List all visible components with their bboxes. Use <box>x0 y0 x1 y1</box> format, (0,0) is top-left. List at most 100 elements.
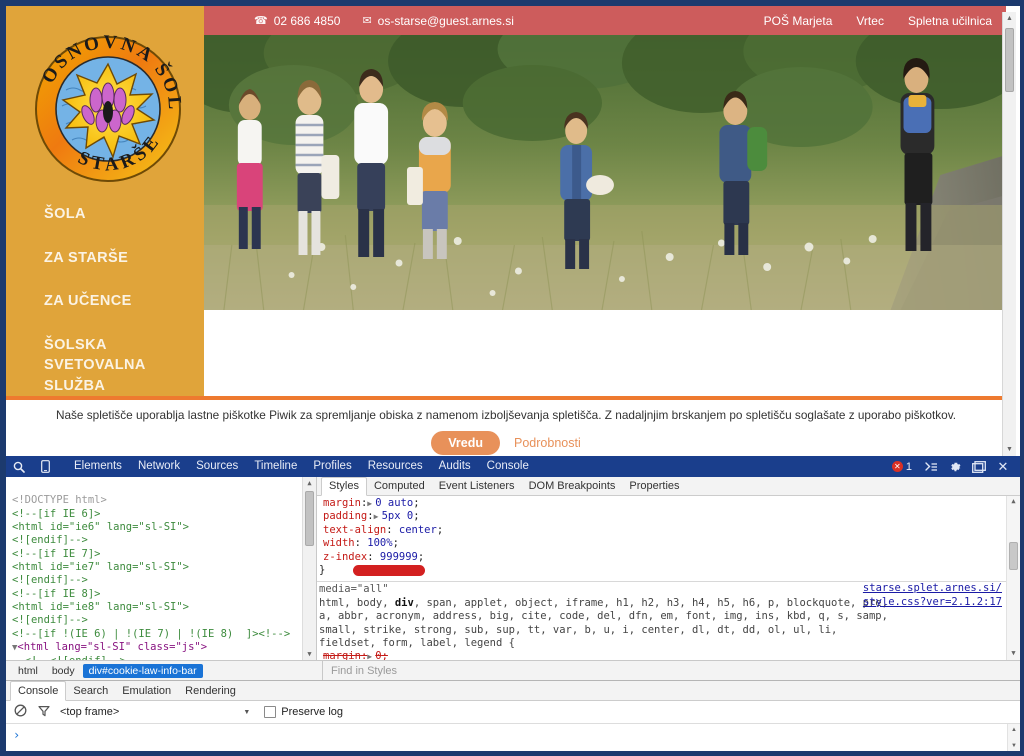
sidebar-item-solska-svetovalna-sluzba[interactable]: ŠOLSKA SVETOVALNA SLUŽBA <box>44 335 194 397</box>
preserve-log-toggle[interactable]: Preserve log <box>264 706 343 718</box>
phone-contact[interactable]: ☎ 02 686 4850 <box>254 14 340 28</box>
declaration-text-align[interactable]: text-align: center; <box>317 524 1020 537</box>
school-logo[interactable]: OSNOVNA ŠOLA STARŠE <box>18 20 198 198</box>
scroll-down-arrow[interactable]: ▼ <box>1003 443 1016 456</box>
cookie-accept-button[interactable]: Vredu <box>431 430 501 455</box>
dom-line-ie8-html: <html id="ie8" lang="sl-SI"> <box>12 601 190 614</box>
console-scroll-up-arrow[interactable]: ▲ <box>1008 724 1020 735</box>
find-in-styles-input[interactable]: Find in Styles <box>323 661 1020 680</box>
error-badge-icon: ✕ <box>891 461 903 472</box>
prop-name: width <box>323 537 355 550</box>
styles-scrollbar-thumb[interactable] <box>1009 542 1018 570</box>
declaration-width[interactable]: width: 100%; <box>317 537 1020 550</box>
dom-line-doctype: <!DOCTYPE html> <box>12 494 107 507</box>
console-toolbar: <top frame> ▼ Preserve log <box>6 701 1020 724</box>
filter-icon[interactable] <box>36 705 52 720</box>
dom-scroll-down-arrow[interactable]: ▼ <box>303 648 316 660</box>
prop-name: padding <box>323 510 368 523</box>
frame-label: <top frame> <box>60 706 120 718</box>
declaration-margin[interactable]: margin:▶ 0 auto; <box>317 497 1020 510</box>
device-toggle-icon[interactable] <box>32 460 58 473</box>
stylesheet-source-link[interactable]: starse.splet.arnes.si/ style.css?ver=2.1… <box>863 582 1002 609</box>
site-sidebar: OSNOVNA ŠOLA STARŠE ŠOLA ZA STARŠE ZA UČ… <box>6 6 204 396</box>
dom-line-ie8-open: <!--[if IE 8]> <box>12 587 101 600</box>
styles-sidebar-tabs: Styles Computed Event Listeners DOM Brea… <box>317 477 1020 496</box>
breadcrumb: html body div#cookie-law-info-bar <box>6 661 323 680</box>
console-prompt: › <box>13 728 21 742</box>
tab-event-listeners[interactable]: Event Listeners <box>432 478 522 495</box>
preserve-log-checkbox[interactable] <box>264 706 277 718</box>
sidebar-nav: ŠOLA ZA STARŠE ZA UČENCE ŠOLSKA SVETOVAL… <box>44 204 194 396</box>
declaration-margin-2[interactable]: margin:▶ 0; <box>317 650 1020 660</box>
dom-line-ie-not: <!--[if !(IE 6) | !(IE 7) | !(IE 8) ]><!… <box>12 627 291 640</box>
gear-icon[interactable] <box>944 457 966 476</box>
style-rule-2: media="all" html, body, div, span, apple… <box>317 581 1020 660</box>
dom-scrollbar[interactable]: ▲ ▼ <box>302 477 316 660</box>
drawer-tab-search[interactable]: Search <box>66 682 115 700</box>
scrollbar-thumb[interactable] <box>1005 28 1014 92</box>
dom-line-ie6-html: <html id="ie6" lang="sl-SI"> <box>12 521 190 534</box>
console-scroll-down-arrow[interactable]: ▼ <box>1008 740 1020 751</box>
topbar-link-pos-marjeta[interactable]: POŠ Marjeta <box>764 14 833 28</box>
drawer-tab-emulation[interactable]: Emulation <box>115 682 178 700</box>
frame-selector[interactable]: <top frame> ▼ <box>60 706 250 718</box>
tab-styles[interactable]: Styles <box>321 477 367 496</box>
tab-sources[interactable]: Sources <box>188 456 246 477</box>
devtools-main: <!DOCTYPE html> <!--[if IE 6]> <html id=… <box>6 477 1020 660</box>
dock-side-icon[interactable] <box>968 457 990 476</box>
sidebar-item-za-ucence[interactable]: ZA UČENCE <box>44 291 194 312</box>
sidebar-item-sola[interactable]: ŠOLA <box>44 204 194 225</box>
sidebar-item-za-starse[interactable]: ZA STARŠE <box>44 248 194 269</box>
console-output[interactable]: › ▲ ▼ <box>6 724 1020 751</box>
tab-console[interactable]: Console <box>479 456 537 477</box>
error-count: 1 <box>905 460 912 473</box>
dom-tree-pane: <!DOCTYPE html> <!--[if IE 6]> <html id=… <box>6 477 317 660</box>
dom-line-endif-inner: <!--<![endif]--> <box>25 655 126 660</box>
error-count-badge[interactable]: ✕ 1 <box>891 460 912 473</box>
tab-audits[interactable]: Audits <box>431 456 479 477</box>
email-contact[interactable]: ✉ os-starse@guest.arnes.si <box>362 14 513 28</box>
search-icon[interactable] <box>6 461 32 473</box>
tab-properties[interactable]: Properties <box>622 478 686 495</box>
breadcrumb-item-body[interactable]: body <box>46 664 81 678</box>
clear-console-icon[interactable] <box>12 704 28 720</box>
tab-timeline[interactable]: Timeline <box>246 456 305 477</box>
scroll-up-arrow[interactable]: ▲ <box>1003 12 1016 25</box>
prop-value: 5px 0 <box>381 510 414 523</box>
console-drawer-icon[interactable] <box>920 457 942 476</box>
devtools-tabs: Elements Network Sources Timeline Profil… <box>66 456 537 477</box>
tab-elements[interactable]: Elements <box>66 456 130 477</box>
breadcrumb-item-html[interactable]: html <box>12 664 44 678</box>
console-scrollbar[interactable]: ▲ ▼ <box>1007 724 1020 751</box>
topbar-link-spletna-ucilnica[interactable]: Spletna učilnica <box>908 14 992 28</box>
declaration-padding[interactable]: padding:▶ 5px 0; <box>317 510 1020 523</box>
tab-computed[interactable]: Computed <box>367 478 432 495</box>
drawer-tab-rendering[interactable]: Rendering <box>178 682 243 700</box>
dom-scroll-up-arrow[interactable]: ▲ <box>303 477 316 489</box>
style-rule-1: margin:▶ 0 auto; padding:▶ 5px 0; text-ali… <box>317 496 1020 579</box>
declaration-z-index[interactable]: z-index: 999999; <box>317 551 1020 564</box>
hero-photo[interactable] <box>204 35 1006 310</box>
drawer-tab-console[interactable]: Console <box>10 681 67 701</box>
tab-profiles[interactable]: Profiles <box>305 456 359 477</box>
dom-tree[interactable]: <!DOCTYPE html> <!--[if IE 6]> <html id=… <box>6 477 302 660</box>
breadcrumb-item-cookie-law-info-bar[interactable]: div#cookie-law-info-bar <box>82 663 203 678</box>
styles-scroll-up-arrow[interactable]: ▲ <box>1007 496 1020 508</box>
tab-dom-breakpoints[interactable]: DOM Breakpoints <box>522 478 623 495</box>
topbar-link-vrtec[interactable]: Vrtec <box>856 14 884 28</box>
tab-resources[interactable]: Resources <box>360 456 431 477</box>
tab-network[interactable]: Network <box>130 456 188 477</box>
cookie-details-link[interactable]: Podrobnosti <box>514 436 581 450</box>
prop-name: text-align <box>323 523 387 536</box>
console-drawer: Console Search Emulation Rendering <top … <box>6 680 1020 751</box>
close-icon[interactable]: ✕ <box>992 457 1014 476</box>
styles-scroll-down-arrow[interactable]: ▼ <box>1007 648 1020 660</box>
page-scrollbar[interactable]: ▲ ▼ <box>1002 12 1016 456</box>
dom-line-ie6-endif: <![endif]--> <box>12 534 88 547</box>
disclosure-triangle[interactable]: ▶ <box>374 510 382 523</box>
devtools-toolbar: Elements Network Sources Timeline Profil… <box>6 456 1020 477</box>
chevron-down-icon: ▼ <box>243 708 251 716</box>
styles-scrollbar[interactable]: ▲ ▼ <box>1006 496 1020 660</box>
dom-scrollbar-thumb[interactable] <box>305 491 314 546</box>
styles-rules-list[interactable]: margin:▶ 0 auto; padding:▶ 5px 0; text-ali… <box>317 496 1020 660</box>
